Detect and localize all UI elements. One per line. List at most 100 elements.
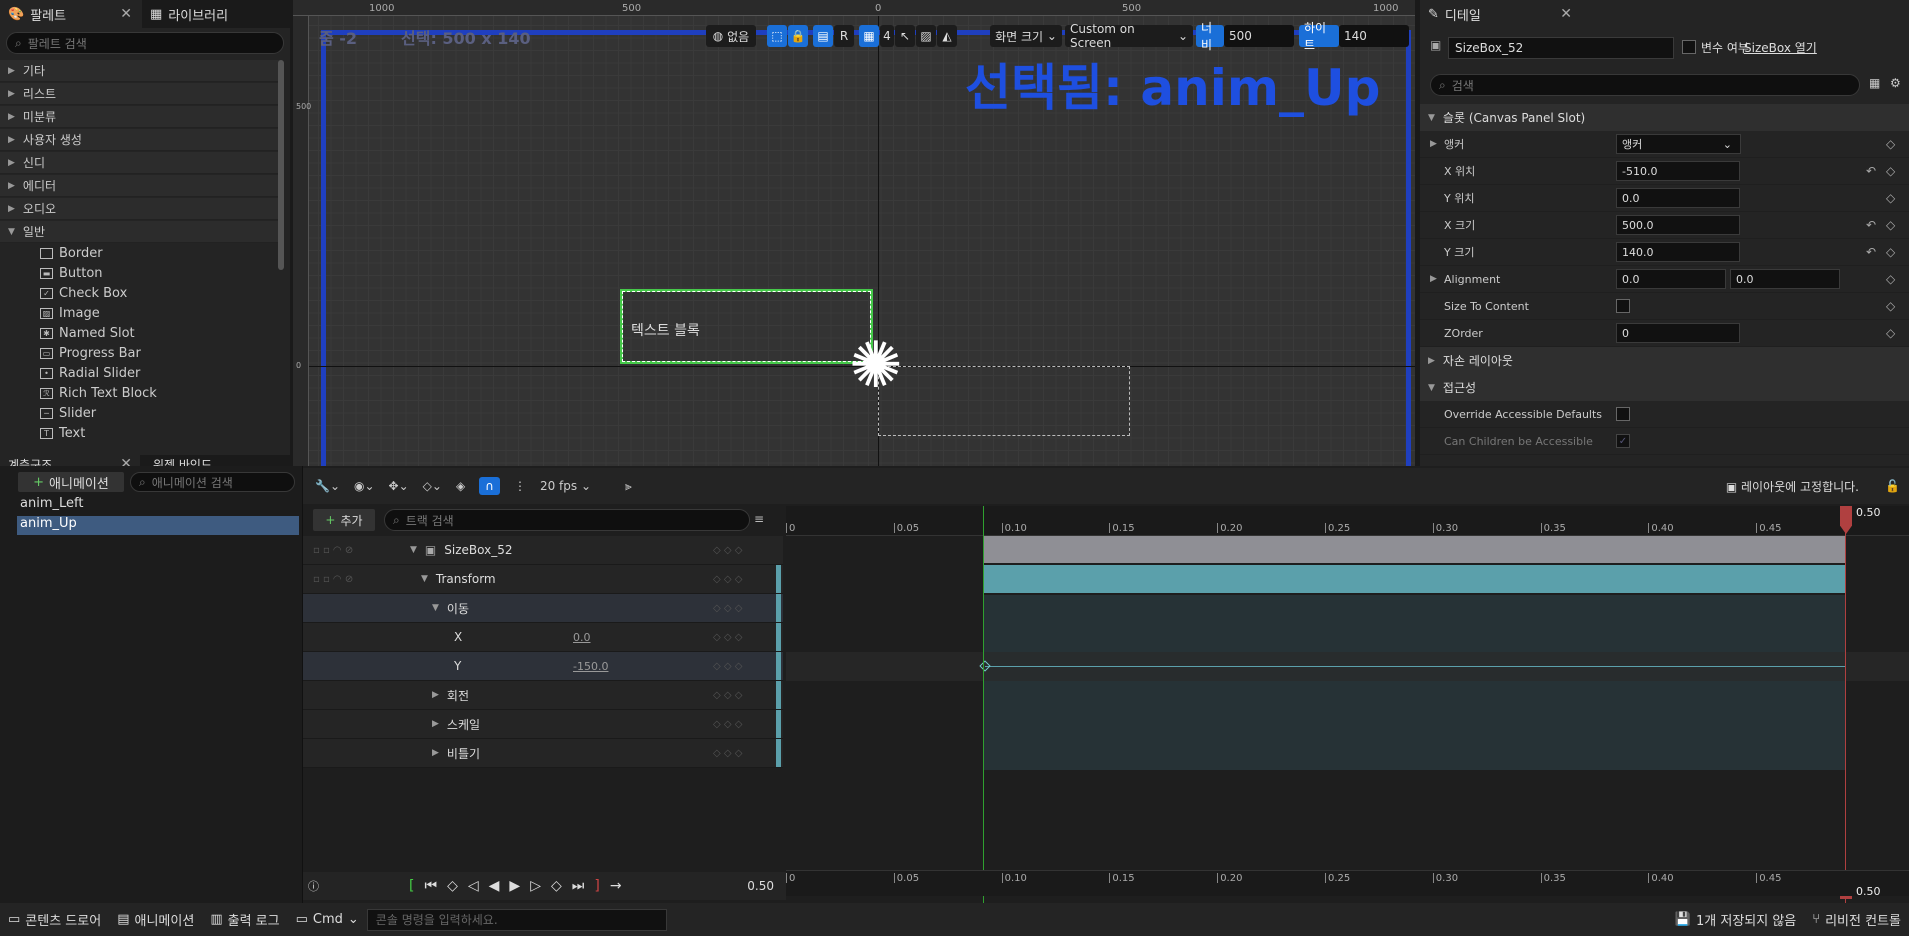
detail-value-input[interactable]: 0.0 <box>1616 188 1740 208</box>
detail-value-input[interactable]: 0 <box>1616 323 1740 343</box>
channel-value[interactable]: 0.0 <box>573 631 591 644</box>
override-accessible-checkbox[interactable] <box>1616 407 1630 421</box>
open-sizebox-link[interactable]: SizeBox 열기 <box>1744 39 1817 56</box>
revision-control-button[interactable]: ⑂ 리비전 컨트롤 <box>1804 910 1909 929</box>
track-row[interactable]: ▼ 이동 ◇ ◇ ◇ <box>303 594 783 623</box>
go-to-start-marker-icon[interactable]: [ <box>409 878 414 894</box>
palette-item[interactable]: • Radial Slider <box>40 363 140 383</box>
go-to-end-icon[interactable]: ⏭ <box>572 878 585 894</box>
slot-section-header[interactable]: ▼ 슬롯 (Canvas Panel Slot) <box>1420 104 1909 131</box>
keyframe-nav-icon[interactable]: ◇ ◇ ◇ <box>713 574 742 585</box>
track-row[interactable]: ▫ ▫ ◠ ⊘ ▼ Transform ◇ ◇ ◇ <box>303 565 783 594</box>
content-drawer-button[interactable]: ▭ 콘텐츠 드로어 <box>0 910 109 929</box>
close-icon[interactable]: ✕ <box>120 6 132 22</box>
selected-sizebox[interactable]: 텍스트 블록 <box>620 289 873 364</box>
unsaved-button[interactable]: 💾 1개 저장되지 않음 <box>1667 910 1804 929</box>
output-log-button[interactable]: ▥ 출력 로그 <box>202 910 287 929</box>
keyframe-icon[interactable]: ◇ <box>1886 326 1895 340</box>
keyframe-nav-icon[interactable]: ◇ ◇ ◇ <box>713 661 742 672</box>
custom-screen-dropdown[interactable]: Custom on Screen ⌄ <box>1065 22 1193 50</box>
track-row[interactable]: Y -150.0 ◇ ◇ ◇ <box>303 652 783 681</box>
channel-value[interactable]: -150.0 <box>573 660 608 673</box>
reset-icon[interactable]: ↶ <box>1866 245 1876 259</box>
add-track-button[interactable]: + 추가 <box>313 509 375 531</box>
keyframe-icon[interactable]: ◇ <box>1886 299 1895 313</box>
animation-item-selected[interactable]: anim_Up <box>17 516 299 535</box>
sizebox-section-bar[interactable] <box>983 536 1845 563</box>
console-input[interactable]: 콘솔 명령을 입력하세요. <box>366 908 667 931</box>
reset-icon[interactable]: ↶ <box>1866 218 1876 232</box>
play-icon[interactable]: ▶ <box>509 878 520 894</box>
child-layout-section[interactable]: ▶ 자손 레이아웃 <box>1420 347 1909 374</box>
palette-item[interactable]: ✱ Named Slot <box>40 323 135 343</box>
track-toggles-icon[interactable]: ▫ ▫ ◠ ⊘ <box>303 545 399 556</box>
checkmark-icon[interactable]: ✓ <box>1616 434 1630 448</box>
lock-button[interactable]: 🔒 <box>788 25 808 47</box>
tab-library[interactable]: ▦ 라이브러리 <box>142 0 290 28</box>
size-to-content-checkbox[interactable] <box>1616 299 1630 313</box>
keyframe-icon[interactable]: ◇⌄ <box>423 479 442 493</box>
locale-dropdown[interactable]: ◍ 없음 <box>706 25 756 47</box>
alignment-x-input[interactable]: 0.0 <box>1616 269 1726 289</box>
lock-icon[interactable]: 🔓 <box>1885 479 1900 493</box>
palette-item[interactable]: Border <box>40 243 103 263</box>
pointer-button[interactable]: ↖ <box>895 25 915 47</box>
alignment-y-input[interactable]: 0.0 <box>1730 269 1840 289</box>
track-toggles-icon[interactable]: ▫ ▫ ◠ ⊘ <box>303 574 399 585</box>
keyframe-icon[interactable]: ◇ <box>1886 137 1895 151</box>
detail-value-input[interactable]: 500.0 <box>1616 215 1740 235</box>
layout-button[interactable]: ▤ <box>813 25 833 47</box>
keyframe-icon[interactable]: ◇ <box>1886 164 1895 178</box>
step-back-icon[interactable]: ◁ <box>468 878 479 894</box>
palette-category[interactable]: ▶ 미분류 <box>0 106 280 128</box>
tab-palette[interactable]: 🎨 팔레트 ✕ <box>0 0 140 28</box>
more-icon[interactable]: ⋮ <box>514 479 526 493</box>
anchor-flower-icon[interactable]: ✺ <box>849 334 903 398</box>
keyframe-icon[interactable]: ◇ <box>1886 218 1895 232</box>
dpi-button[interactable]: ◭ <box>937 25 957 47</box>
track-row[interactable]: ▶ 스케일 ◇ ◇ ◇ <box>303 710 783 739</box>
keyframe-nav-icon[interactable]: ◇ ◇ ◇ <box>713 690 742 701</box>
palette-item[interactable]: ─ Slider <box>40 403 96 423</box>
loop-icon[interactable]: → <box>610 878 622 894</box>
detail-value-input[interactable]: -510.0 <box>1616 161 1740 181</box>
track-row[interactable]: ▫ ▫ ◠ ⊘ ▼ ▣ SizeBox_52 ◇ ◇ ◇ <box>303 536 783 565</box>
eye-icon[interactable]: ◉⌄ <box>354 479 375 493</box>
anchor-dropdown[interactable]: 앵커 ⌄ <box>1616 134 1741 154</box>
keyframe-nav-icon[interactable]: ◇ ◇ ◇ <box>713 748 742 759</box>
keyframe-nav-icon[interactable]: ◇ ◇ ◇ <box>713 603 742 614</box>
transform-section-bar[interactable] <box>983 565 1845 593</box>
respect-locks-button[interactable]: R <box>834 25 854 47</box>
palette-category[interactable]: ▶ 에디터 <box>0 175 280 197</box>
palette-scrollbar[interactable] <box>278 60 284 270</box>
animation-item[interactable]: anim_Left <box>17 496 299 515</box>
palette-item[interactable]: ▨ Image <box>40 303 100 323</box>
width-input[interactable]: 500 <box>1224 25 1294 47</box>
palette-category[interactable]: ▼ 일반 <box>0 221 280 243</box>
play-reverse-icon[interactable]: ◀ <box>489 878 500 894</box>
track-row[interactable]: ▶ 회전 ◇ ◇ ◇ <box>303 681 783 710</box>
grid-snap-value[interactable]: 4 <box>880 25 894 47</box>
keyframe-nav-icon[interactable]: ◇ ◇ ◇ <box>713 632 742 643</box>
reset-icon[interactable]: ↶ <box>1866 164 1876 178</box>
animation-drawer-button[interactable]: ▤ 애니메이션 <box>109 910 202 929</box>
close-icon[interactable]: ✕ <box>1560 6 1572 22</box>
lock-layout-toggle[interactable]: ▣ 레이아웃에 고정합니다. <box>1726 478 1859 495</box>
step-forward-icon[interactable]: ▷ <box>530 878 541 894</box>
is-variable-checkbox[interactable] <box>1682 40 1696 54</box>
palette-item[interactable]: ✓ Check Box <box>40 283 127 303</box>
details-search-input[interactable]: ⌕ 검색 <box>1430 74 1860 96</box>
palette-category[interactable]: ▶ 신디 <box>0 152 280 174</box>
keyframe-nav-icon[interactable]: ◇ ◇ ◇ <box>713 545 742 556</box>
select-mode-button[interactable]: ⬚ <box>767 25 787 47</box>
filter-icon[interactable]: ≡ <box>754 512 764 526</box>
palette-item[interactable]: T Text <box>40 423 85 443</box>
height-input[interactable]: 140 <box>1339 25 1409 47</box>
keyframe-icon[interactable]: ◇ <box>1886 191 1895 205</box>
palette-category[interactable]: ▶ 사용자 생성 <box>0 129 280 151</box>
track-search-input[interactable]: ⌕ 트랙 검색 <box>384 509 750 531</box>
playback-start-marker[interactable] <box>983 506 984 903</box>
accessibility-section[interactable]: ▼ 접근성 <box>1420 374 1909 401</box>
fps-dropdown[interactable]: 20 fps ⌄ <box>540 479 591 493</box>
table-view-icon[interactable]: ▦ <box>1869 76 1880 90</box>
